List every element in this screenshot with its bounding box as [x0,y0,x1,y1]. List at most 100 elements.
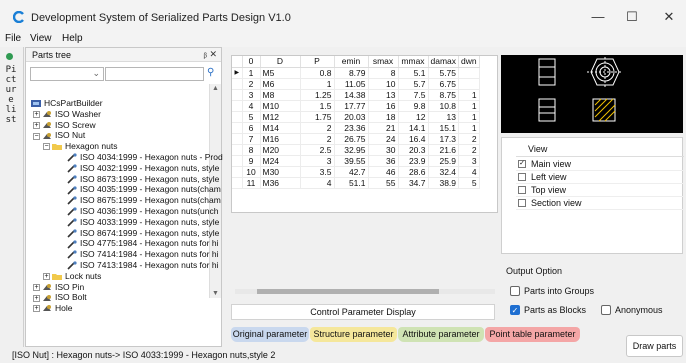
row-selector[interactable] [232,177,243,189]
table-cell[interactable]: 5.75 [428,67,460,79]
tree-item[interactable]: ISO 8673:1999 - Hexagon nuts, style [67,174,234,185]
search-icon[interactable]: ⚲ [207,67,219,79]
checkbox-icon[interactable] [518,199,526,207]
table-row[interactable]: 9 M24 3 39.55 36 23.9 25.9 3 [232,155,480,167]
tree-item[interactable]: + ISO Washer [33,109,234,120]
table-cell[interactable]: 16 [368,100,399,112]
menu-help[interactable]: Help [62,33,83,44]
table-cell[interactable]: 4 [458,166,480,178]
table-cell[interactable]: 2 [300,122,335,134]
table-row[interactable]: 8 M20 2.5 32.95 30 20.3 21.6 2 [232,144,480,156]
table-cell[interactable]: 20.03 [334,111,369,123]
collapse-icon[interactable]: − [43,143,50,151]
column-header[interactable] [232,56,243,68]
tree-item[interactable]: ISO 4036:1999 - Hexagon nuts(unch [67,206,234,217]
table-cell[interactable]: 14.38 [334,89,369,101]
row-selector[interactable]: ▶ [232,67,243,79]
tree-item[interactable]: ISO 8675:1999 - Hexagon nuts(cham [67,195,234,206]
table-cell[interactable] [458,78,480,90]
view-option-row[interactable]: Left view [516,171,684,184]
tab-point-table-parameter[interactable]: Point table parameter [485,327,580,342]
table-cell[interactable]: 6.75 [428,78,460,90]
table-cell[interactable]: 20.3 [398,144,429,156]
table-cell[interactable]: 30 [368,144,399,156]
view-option-row[interactable]: Top view [516,184,684,197]
table-row[interactable]: 7 M16 2 26.75 24 16.4 17.3 2 [232,133,480,145]
table-cell[interactable]: 3 [458,155,480,167]
table-cell[interactable]: 36 [368,155,399,167]
table-cell[interactable]: M5 [260,67,301,79]
table-row[interactable]: 3 M8 1.25 14.38 13 7.5 8.75 1 [232,89,480,101]
table-cell[interactable]: 1 [458,89,480,101]
view-option-row[interactable]: ✓ Main view [516,158,684,171]
column-header[interactable]: smax [368,56,399,68]
table-cell[interactable]: 1 [458,122,480,134]
tree-item[interactable]: ISO 4034:1999 - Hexagon nuts - Prod [67,152,234,163]
column-header[interactable]: mmax [398,56,429,68]
table-row[interactable]: 10 M30 3.5 42.7 46 28.6 32.4 4 [232,166,480,178]
table-cell[interactable]: M14 [260,122,301,134]
table-cell[interactable]: 2 [458,144,480,156]
checkbox-icon[interactable] [510,286,520,296]
table-cell[interactable]: 55 [368,177,399,189]
tree-item[interactable]: + Lock nuts [43,271,234,282]
column-header[interactable]: D [260,56,301,68]
column-header[interactable]: emin [334,56,369,68]
table-row[interactable]: ▶ 1 M5 0.8 8.79 8 5.1 5.75 [232,67,480,79]
close-button[interactable]: ✕ [657,8,681,26]
table-row[interactable]: 5 M12 1.75 20.03 18 12 13 1 [232,111,480,123]
row-selector[interactable] [232,166,243,178]
menu-view[interactable]: View [30,33,52,44]
table-cell[interactable]: 5.1 [398,67,429,79]
checkbox-icon[interactable] [518,173,526,181]
table-cell[interactable]: 1.25 [300,89,335,101]
table-cell[interactable]: 4 [242,100,261,112]
expand-icon[interactable]: + [33,111,40,119]
grid-horizontal-scrollbar[interactable] [235,289,495,294]
tree-item[interactable]: ISO 4035:1999 - Hexagon nuts(cham [67,184,234,195]
menu-file[interactable]: File [5,33,21,44]
table-cell[interactable]: 6 [242,122,261,134]
minimize-button[interactable]: — [586,8,610,26]
table-cell[interactable]: 12 [398,111,429,123]
checkbox-icon[interactable] [518,186,526,194]
checkbox-checked-icon[interactable]: ✓ [518,160,526,168]
table-cell[interactable]: 15.1 [428,122,460,134]
row-selector[interactable] [232,144,243,156]
table-cell[interactable]: 51.1 [334,177,369,189]
table-cell[interactable]: 16.4 [398,133,429,145]
table-cell[interactable]: 26.75 [334,133,369,145]
table-cell[interactable]: 32.4 [428,166,460,178]
tree-item[interactable]: + ISO Bolt [33,292,234,303]
tree-item[interactable]: ISO 8674:1999 - Hexagon nuts, style [67,228,234,239]
table-cell[interactable]: 14.1 [398,122,429,134]
search-input[interactable] [105,67,204,81]
row-selector[interactable] [232,111,243,123]
table-cell[interactable]: 9.8 [398,100,429,112]
expand-icon[interactable]: + [33,121,40,129]
tree-item[interactable]: + ISO Screw [33,120,234,131]
tab-original-parameter[interactable]: Original parameter [231,327,309,342]
table-cell[interactable]: 8 [368,67,399,79]
table-cell[interactable]: M20 [260,144,301,156]
table-cell[interactable]: 17.3 [428,133,460,145]
tree-item[interactable]: − Hexagon nuts [43,141,234,152]
table-cell[interactable]: 10 [368,78,399,90]
table-cell[interactable]: 1.75 [300,111,335,123]
tree-item[interactable]: ISO 4033:1999 - Hexagon nuts, style [67,217,234,228]
table-cell[interactable]: M24 [260,155,301,167]
column-header[interactable]: 0 [242,56,261,68]
tree-item[interactable]: + Hole [33,303,234,314]
table-cell[interactable]: 25.9 [428,155,460,167]
table-cell[interactable]: 38.9 [428,177,460,189]
table-cell[interactable]: 21 [368,122,399,134]
expand-icon[interactable]: + [43,273,50,281]
column-header[interactable]: damax [428,56,460,68]
table-cell[interactable]: 21.6 [428,144,460,156]
filter-dropdown[interactable]: ⌄ [30,67,104,81]
table-cell[interactable]: M8 [260,89,301,101]
table-cell[interactable]: 1.5 [300,100,335,112]
row-selector[interactable] [232,89,243,101]
table-cell[interactable]: 34.7 [398,177,429,189]
tree-item[interactable]: HCsPartBuilder [31,98,234,109]
